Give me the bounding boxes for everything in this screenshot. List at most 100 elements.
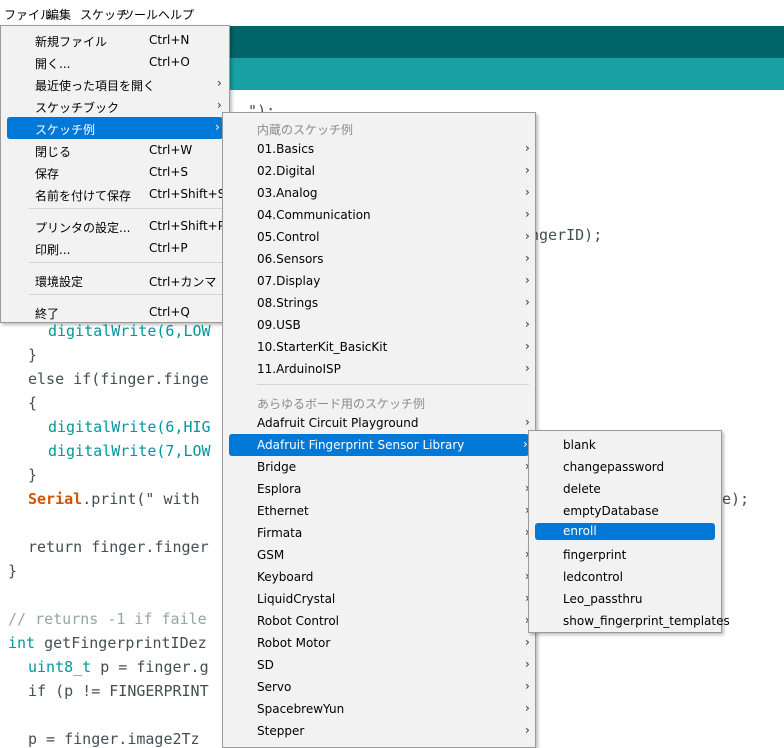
chevron-right-icon: › [525,317,530,331]
chevron-right-icon: › [217,76,222,90]
chevron-right-icon: › [525,185,530,199]
fingerprint-example-item[interactable]: changepassword [535,456,715,478]
code-line: } [8,562,18,580]
example-builtin-item[interactable]: 11.ArduinoISP › [229,358,530,380]
menu-item-label: 保存 [35,167,60,181]
menu-sketch[interactable]: スケッチ [80,6,128,23]
menu-item-label: Ethernet [257,504,309,518]
menu-help[interactable]: ヘルプ [158,6,194,23]
example-library-item-fingerprint[interactable]: Adafruit Fingerprint Sensor Library › [229,434,529,456]
menu-item-label: emptyDatabase [563,504,659,518]
example-builtin-item[interactable]: 08.Strings › [229,292,530,314]
example-library-item[interactable]: SpacebrewYun › [229,698,530,720]
example-library-item[interactable]: Firmata› [229,522,530,544]
code-token: uint8_t [28,658,92,676]
menu-item-label: 11.ArduinoISP [257,362,341,376]
menu-item-sketchbook[interactable]: スケッチブック › [7,95,223,117]
menu-item-label: GSM [257,548,285,562]
file-menu: 新規ファイル Ctrl+N 開く... Ctrl+O 最近使った項目を開く › … [0,25,230,323]
code-token: .print(" with [82,490,200,508]
code-line: { [28,394,38,412]
menu-item-shortcut: Ctrl+カンマ [149,275,217,289]
menu-item-preferences[interactable]: 環境設定 Ctrl+カンマ [7,269,223,291]
menu-item-label: changepassword [563,460,665,474]
example-library-item[interactable]: Bridge› [229,456,530,478]
menu-item-label: enroll [563,524,597,538]
menu-item-new[interactable]: 新規ファイル Ctrl+N [7,29,223,51]
menu-item-save-as[interactable]: 名前を付けて保存 Ctrl+Shift+S [7,183,226,205]
chevron-right-icon: › [525,295,530,309]
example-library-item[interactable]: Esplora› [229,478,530,500]
fingerprint-example-item-enroll[interactable]: enroll [535,523,715,540]
menu-item-page-setup[interactable]: プリンタの設定... Ctrl+Shift+P [7,215,225,237]
menu-item-label: blank [563,438,596,452]
fingerprint-example-item[interactable]: blank [535,434,715,456]
code-fragment: ngerID); [530,226,603,244]
menu-item-open-recent[interactable]: 最近使った項目を開く › [7,73,223,95]
menu-item-save[interactable]: 保存 Ctrl+S [7,161,223,183]
menu-item-shortcut: Ctrl+Shift+S [149,187,226,201]
menu-edit[interactable]: 編集 [47,6,71,23]
example-library-item[interactable]: Servo › [229,676,530,698]
fingerprint-example-item[interactable]: show_fingerprint_templates [535,610,730,632]
example-library-item[interactable]: LiquidCrystal› [229,588,530,610]
chevron-right-icon: › [525,415,530,429]
menu-item-label: delete [563,482,601,496]
menu-tools[interactable]: ツール [122,6,158,23]
fingerprint-example-item[interactable]: Leo_passthru [535,588,715,610]
menu-item-label: 08.Strings [257,296,319,310]
example-builtin-item[interactable]: 06.Sensors › [229,248,530,270]
menu-item-examples[interactable]: スケッチ例 › [7,117,223,139]
menu-item-label: スケッチ例 [35,123,96,137]
chevron-right-icon: › [525,141,530,155]
code-token: getFingerprintIDez [35,634,207,652]
example-builtin-item[interactable]: 10.StarterKit_BasicKit › [229,336,530,358]
menu-separator [29,262,223,263]
code-line: digitalWrite(6,LOW [48,322,211,340]
example-library-item[interactable]: Ethernet› [229,500,530,522]
section-header-builtin: 内蔵のスケッチ例 [257,123,354,137]
menu-item-label: 新規ファイル [35,35,108,49]
example-library-item[interactable]: Keyboard› [229,566,530,588]
example-builtin-item[interactable]: 07.Display › [229,270,530,292]
code-line: else if(finger.finge [28,370,209,388]
fingerprint-example-item[interactable]: ledcontrol [535,566,715,588]
example-builtin-item[interactable]: 09.USB › [229,314,530,336]
example-builtin-item[interactable]: 05.Control › [229,226,530,248]
fingerprint-examples-submenu: blank changepassword delete emptyDatabas… [528,430,730,633]
fingerprint-example-item[interactable]: fingerprint [535,544,715,566]
example-library-item[interactable]: Adafruit Circuit Playground › [229,412,530,434]
menu-item-label: Leo_passthru [563,592,643,606]
code-token: Serial [28,490,83,508]
menu-item-open[interactable]: 開く... Ctrl+O [7,51,223,73]
menu-item-print[interactable]: 印刷... Ctrl+P [7,237,223,259]
menu-separator [257,384,529,385]
menu-item-shortcut: Ctrl+Q [149,305,190,319]
menu-item-label: 07.Display [257,274,321,288]
menu-item-quit[interactable]: 終了 Ctrl+Q [7,301,223,323]
example-library-item[interactable]: SD › [229,654,530,676]
example-builtin-item[interactable]: 04.Communication › [229,204,530,226]
fingerprint-example-item[interactable]: emptyDatabase [535,500,715,522]
example-library-item[interactable]: GSM› [229,544,530,566]
menu-item-label: Firmata [257,526,303,540]
code-token: int [8,634,36,652]
menu-file[interactable]: ファイル [4,6,52,23]
example-builtin-item[interactable]: 02.Digital › [229,160,530,182]
example-builtin-item[interactable]: 03.Analog › [229,182,530,204]
example-library-item[interactable]: Stepper › [229,720,530,742]
chevron-right-icon: › [525,229,530,243]
example-library-item[interactable]: Robot Control› [229,610,530,632]
menu-item-label: 10.StarterKit_BasicKit [257,340,388,354]
fingerprint-example-item[interactable]: delete [535,478,715,500]
menu-item-shortcut: Ctrl+Shift+P [149,219,225,233]
example-builtin-item[interactable]: 01.Basics › [229,138,530,160]
menu-item-label: 03.Analog [257,186,318,200]
menu-item-label: LiquidCrystal [257,592,336,606]
menu-item-close[interactable]: 閉じる Ctrl+W [7,139,223,161]
menu-item-label: show_fingerprint_templates [563,614,730,628]
code-line: // returns -1 if faile [8,610,207,628]
example-library-item[interactable]: Robot Motor › [229,632,530,654]
menu-item-label: 環境設定 [35,275,84,289]
menu-item-label: 05.Control [257,230,320,244]
